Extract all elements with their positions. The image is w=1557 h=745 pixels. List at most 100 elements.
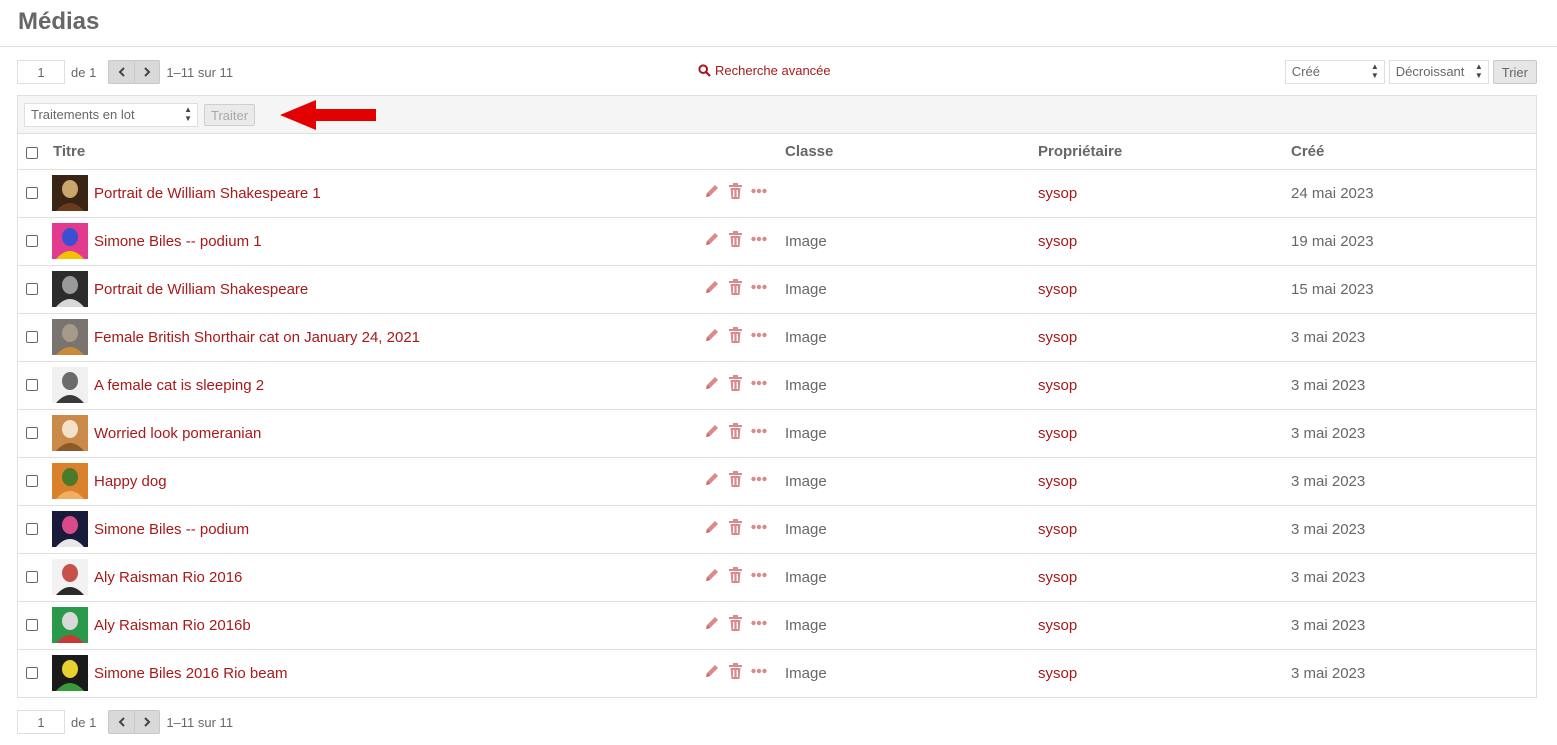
next-page-button[interactable] xyxy=(134,60,161,84)
previous-page-button[interactable] xyxy=(108,710,135,734)
media-title-link[interactable]: Female British Shorthair cat on January … xyxy=(94,329,420,346)
row-actions xyxy=(704,663,767,679)
media-title-link[interactable]: Simone Biles -- podium xyxy=(94,521,249,538)
pencil-icon[interactable] xyxy=(704,471,720,487)
trash-icon[interactable] xyxy=(728,567,743,583)
trash-icon[interactable] xyxy=(728,471,743,487)
media-owner-link[interactable]: sysop xyxy=(1038,377,1077,394)
trash-icon[interactable] xyxy=(728,327,743,343)
media-owner-link[interactable]: sysop xyxy=(1038,329,1077,346)
media-thumbnail[interactable] xyxy=(52,223,88,259)
table-row: Portrait de William Shakespeare 1 sysop 24… xyxy=(18,170,1536,218)
trash-icon[interactable] xyxy=(728,183,743,199)
ellipsis-icon[interactable] xyxy=(751,620,767,626)
media-thumbnail[interactable] xyxy=(52,463,88,499)
media-title-link[interactable]: Portrait de William Shakespeare 1 xyxy=(94,185,321,202)
batch-apply-button[interactable]: Traiter xyxy=(204,104,256,126)
row-checkbox[interactable] xyxy=(26,187,38,199)
pencil-icon[interactable] xyxy=(704,279,720,295)
chevron-right-icon xyxy=(144,717,151,727)
trash-icon[interactable] xyxy=(728,375,743,391)
pencil-icon[interactable] xyxy=(704,327,720,343)
row-checkbox[interactable] xyxy=(26,235,38,247)
row-checkbox[interactable] xyxy=(26,379,38,391)
media-thumbnail[interactable] xyxy=(52,511,88,547)
page-number-input[interactable] xyxy=(17,60,65,84)
ellipsis-icon[interactable] xyxy=(751,524,767,530)
ellipsis-icon[interactable] xyxy=(751,380,767,386)
media-owner-link[interactable]: sysop xyxy=(1038,281,1077,298)
ellipsis-icon[interactable] xyxy=(751,668,767,674)
media-thumbnail[interactable] xyxy=(52,175,88,211)
pencil-icon[interactable] xyxy=(704,231,720,247)
previous-page-button[interactable] xyxy=(108,60,135,84)
pencil-icon[interactable] xyxy=(704,519,720,535)
result-range: 1–11 sur 11 xyxy=(166,64,234,80)
row-checkbox[interactable] xyxy=(26,523,38,535)
pencil-icon[interactable] xyxy=(704,183,720,199)
batch-actions-select[interactable]: Traitements en lot ▲ ▼ xyxy=(24,103,198,127)
ellipsis-icon[interactable] xyxy=(751,188,767,194)
media-owner-link[interactable]: sysop xyxy=(1038,617,1077,634)
row-checkbox[interactable] xyxy=(26,619,38,631)
media-thumbnail[interactable] xyxy=(52,271,88,307)
media-thumbnail[interactable] xyxy=(52,655,88,691)
media-owner-link[interactable]: sysop xyxy=(1038,185,1077,202)
sort-button[interactable]: Trier xyxy=(1492,60,1537,84)
sort-order-select[interactable]: Décroissant ▲ ▼ xyxy=(1388,60,1489,84)
column-class-header[interactable]: Classe xyxy=(785,143,833,160)
pencil-icon[interactable] xyxy=(704,423,720,439)
pencil-icon[interactable] xyxy=(704,375,720,391)
row-checkbox[interactable] xyxy=(26,475,38,487)
pencil-icon[interactable] xyxy=(704,615,720,631)
column-title-header[interactable]: Titre xyxy=(53,143,85,160)
page-number-input[interactable] xyxy=(17,710,65,734)
trash-icon[interactable] xyxy=(728,279,743,295)
row-actions xyxy=(704,231,767,247)
media-thumbnail[interactable] xyxy=(52,559,88,595)
media-owner-link[interactable]: sysop xyxy=(1038,233,1077,250)
pencil-icon[interactable] xyxy=(704,663,720,679)
row-checkbox[interactable] xyxy=(26,571,38,583)
media-owner-link[interactable]: sysop xyxy=(1038,473,1077,490)
media-owner-link[interactable]: sysop xyxy=(1038,425,1077,442)
media-owner-link[interactable]: sysop xyxy=(1038,569,1077,586)
media-title-link[interactable]: Simone Biles -- podium 1 xyxy=(94,233,262,250)
trash-icon[interactable] xyxy=(728,519,743,535)
ellipsis-icon[interactable] xyxy=(751,332,767,338)
row-checkbox[interactable] xyxy=(26,331,38,343)
select-all-checkbox[interactable] xyxy=(26,147,38,159)
media-owner-link[interactable]: sysop xyxy=(1038,521,1077,538)
column-owner-header[interactable]: Propriétaire xyxy=(1038,143,1122,160)
trash-icon[interactable] xyxy=(728,615,743,631)
ellipsis-icon[interactable] xyxy=(751,428,767,434)
row-checkbox[interactable] xyxy=(26,283,38,295)
media-thumbnail[interactable] xyxy=(52,415,88,451)
media-title-link[interactable]: Simone Biles 2016 Rio beam xyxy=(94,665,287,682)
media-thumbnail[interactable] xyxy=(52,367,88,403)
ellipsis-icon[interactable] xyxy=(751,236,767,242)
next-page-button[interactable] xyxy=(134,710,161,734)
trash-icon[interactable] xyxy=(728,231,743,247)
media-title-link[interactable]: Happy dog xyxy=(94,473,167,490)
pencil-icon[interactable] xyxy=(704,567,720,583)
media-thumbnail[interactable] xyxy=(52,319,88,355)
column-created-header[interactable]: Créé xyxy=(1291,143,1324,160)
advanced-search-link[interactable]: Recherche avancée xyxy=(698,63,831,78)
row-checkbox[interactable] xyxy=(26,427,38,439)
media-title-link[interactable]: Aly Raisman Rio 2016b xyxy=(94,617,251,634)
row-checkbox[interactable] xyxy=(26,667,38,679)
media-title-link[interactable]: Portrait de William Shakespeare xyxy=(94,281,308,298)
ellipsis-icon[interactable] xyxy=(751,572,767,578)
row-actions xyxy=(704,327,767,343)
ellipsis-icon[interactable] xyxy=(751,284,767,290)
media-title-link[interactable]: Aly Raisman Rio 2016 xyxy=(94,569,242,586)
trash-icon[interactable] xyxy=(728,663,743,679)
media-title-link[interactable]: A female cat is sleeping 2 xyxy=(94,377,264,394)
sort-by-select[interactable]: Créé ▲ ▼ xyxy=(1284,60,1385,84)
media-thumbnail[interactable] xyxy=(52,607,88,643)
media-owner-link[interactable]: sysop xyxy=(1038,665,1077,682)
media-title-link[interactable]: Worried look pomeranian xyxy=(94,425,261,442)
trash-icon[interactable] xyxy=(728,423,743,439)
ellipsis-icon[interactable] xyxy=(751,476,767,482)
